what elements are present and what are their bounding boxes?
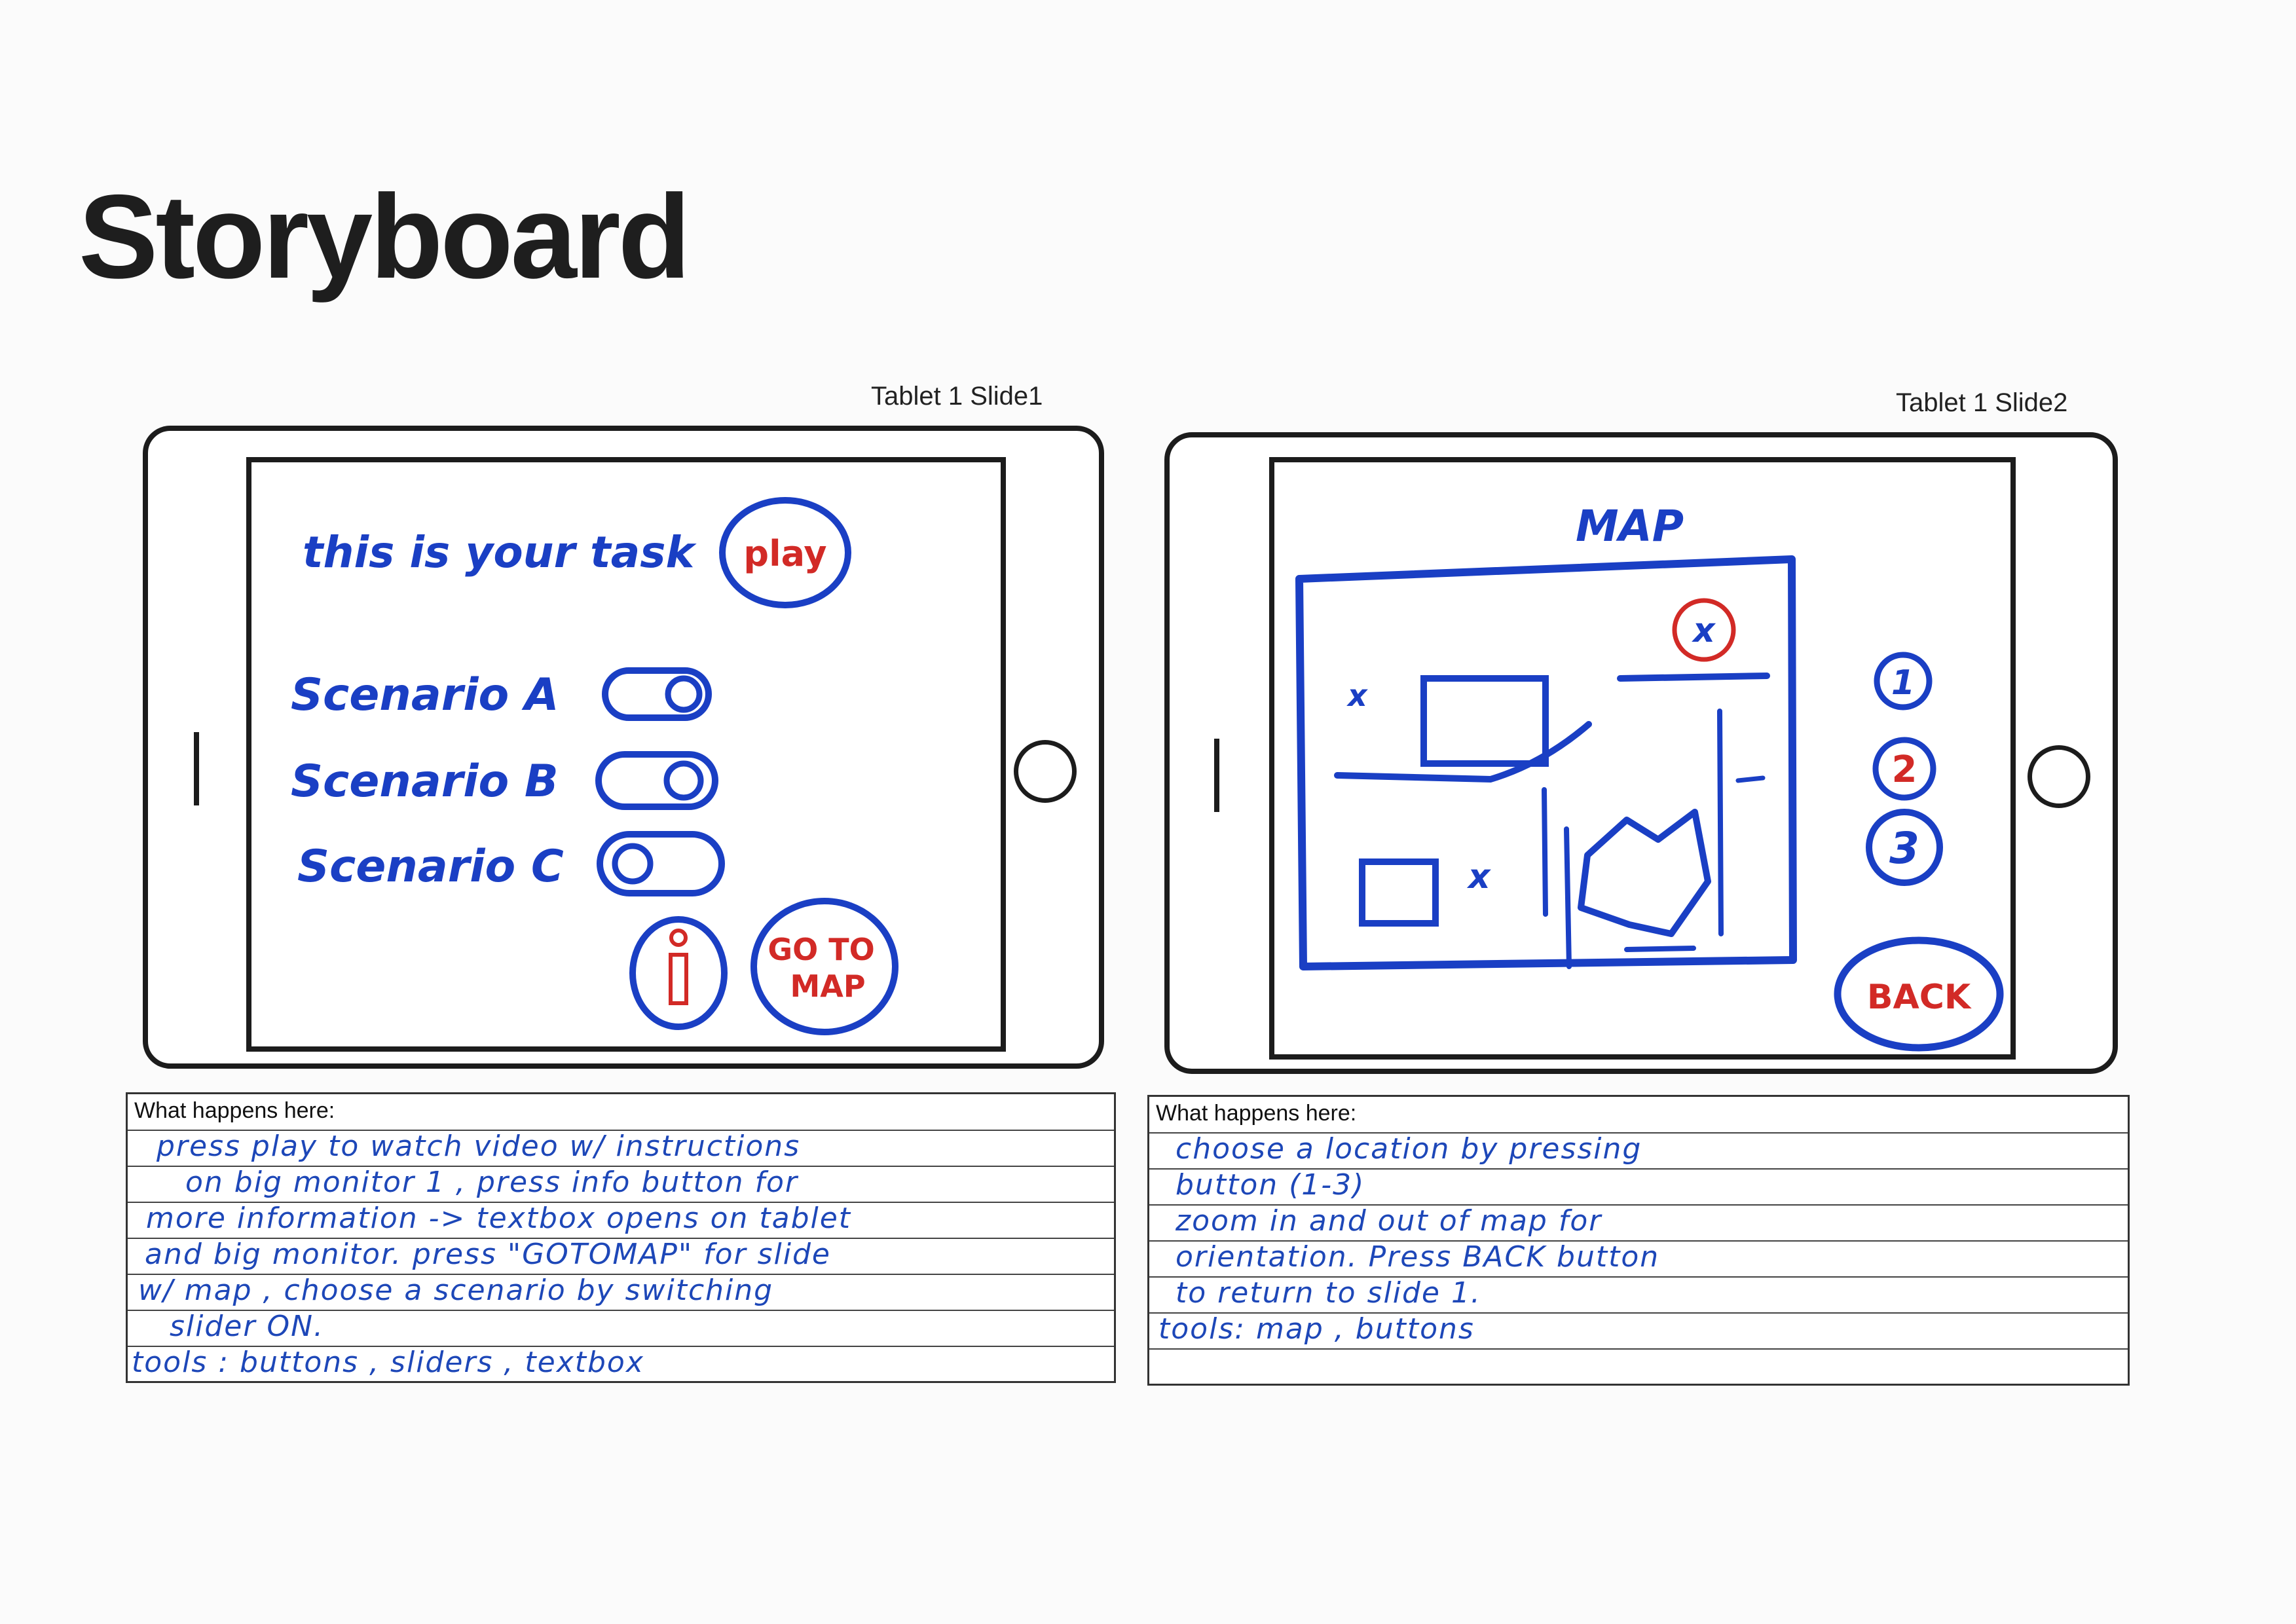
slide-1-note-line: more information -> textbox opens on tab… [146, 1202, 852, 1235]
slide-1-note-line: press play to watch video w/ instruction… [157, 1130, 801, 1163]
back-button-label: BACK [1867, 978, 1972, 1017]
scenario-a-label: Scenario A [291, 669, 559, 721]
slide-2-note-line: zoom in and out of map for [1176, 1204, 1602, 1238]
slide-2-notes-header: What happens here: [1156, 1101, 1357, 1126]
play-button[interactable]: play [719, 497, 851, 608]
tablet-2-sketch: MAP x x x 1 2 3 BACK [1295, 501, 2004, 1052]
tablet-1-home-button [1014, 740, 1077, 803]
storyboard-page: Storyboard Tablet 1 Slide1 Tablet 1 Slid… [0, 0, 2296, 1624]
scenario-b-label: Scenario B [291, 756, 559, 807]
info-icon [669, 953, 688, 1005]
tablet-2-screen: MAP x x x 1 2 3 BACK [1269, 457, 2016, 1060]
slide-1-note-line: w/ map , choose a scenario by switching [138, 1274, 774, 1307]
location-button-1[interactable]: 1 [1874, 652, 1933, 710]
map-title: MAP [1576, 501, 1684, 551]
slide-2-note-line: to return to slide 1. [1176, 1276, 1481, 1310]
location-button-1-label: 1 [1891, 663, 1915, 703]
page-title: Storyboard [79, 170, 691, 303]
location-button-2[interactable]: 2 [1872, 737, 1936, 801]
tablet-2-home-button [2028, 745, 2090, 808]
slide-1-note-line: slider ON. [170, 1310, 324, 1343]
slide-1-notes: What happens here: press play to watch v… [126, 1092, 1116, 1383]
back-button[interactable]: BACK [1834, 936, 2004, 1052]
scenario-a-toggle[interactable] [602, 667, 712, 721]
info-button-label: i [678, 1018, 679, 1020]
slide-2-label: Tablet 1 Slide2 [1896, 388, 2068, 417]
slide-1-note-line: and big monitor. press "GOTOMAP" for sli… [145, 1238, 832, 1271]
go-to-map-label-line-2: MAP [790, 969, 865, 1004]
slide-2-note-line: orientation. Press BACK button [1176, 1240, 1660, 1274]
slide-1-note-line: on big monitor 1 , press info button for [185, 1166, 799, 1199]
slide-2-notes: What happens here: choose a location by … [1147, 1095, 2130, 1386]
tablet-1-sketch: this is your task play Scenario A Scenar… [291, 497, 898, 1035]
location-button-2-label: 2 [1892, 748, 1917, 791]
tablet-1-side-button [194, 732, 199, 805]
info-button[interactable]: i [629, 916, 728, 1030]
tablet-2-side-button [1214, 739, 1219, 812]
location-button-3[interactable]: 3 [1866, 809, 1943, 886]
map-close-button[interactable]: x [1672, 598, 1736, 662]
task-text: this is your task [303, 527, 697, 578]
notes-rule [1149, 1348, 2128, 1350]
slide-1-note-line: tools : buttons , sliders , textbox [132, 1346, 644, 1379]
tablet-1-frame: this is your task play Scenario A Scenar… [143, 426, 1104, 1069]
scenario-c-label: Scenario C [297, 841, 564, 893]
close-icon: x [1691, 611, 1716, 650]
slide-2-note-line: choose a location by pressing [1176, 1132, 1642, 1166]
scenario-b-toggle[interactable] [595, 751, 718, 810]
slide-1-label: Tablet 1 Slide1 [871, 382, 1043, 411]
map-view[interactable]: x x [1295, 555, 1797, 970]
go-to-map-button[interactable]: GO TO MAP [750, 898, 898, 1035]
play-button-label: play [743, 533, 826, 574]
location-button-3-label: 3 [1889, 823, 1919, 874]
slide-2-note-line: tools: map , buttons [1158, 1312, 1475, 1346]
location-marker-1[interactable]: x [1346, 678, 1368, 713]
tablet-1-screen: this is your task play Scenario A Scenar… [246, 457, 1006, 1052]
slide-1-notes-header: What happens here: [134, 1098, 335, 1123]
tablet-2-frame: MAP x x x 1 2 3 BACK [1164, 432, 2118, 1074]
slide-2-note-line: button (1-3) [1176, 1168, 1365, 1202]
go-to-map-label-line-1: GO TO [768, 932, 874, 967]
scenario-c-toggle[interactable] [597, 831, 725, 896]
location-marker-2[interactable]: x [1466, 857, 1491, 896]
